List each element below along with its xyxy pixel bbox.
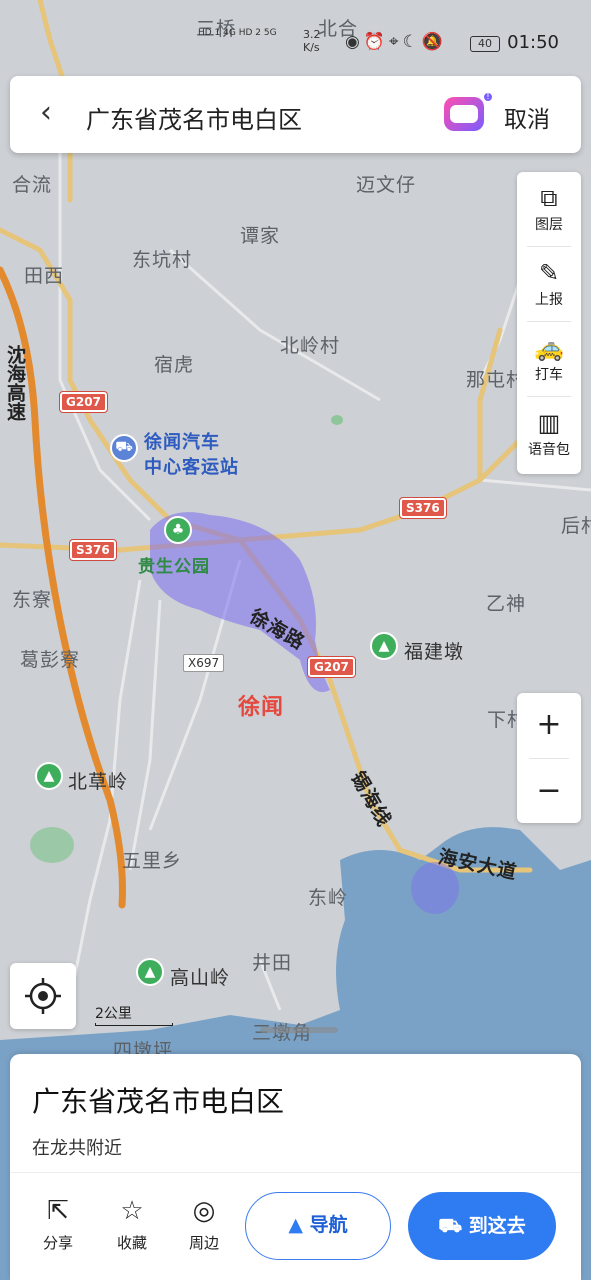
poi-label[interactable]: 徐闻汽车 [144, 428, 220, 454]
road-shield-s376: S376 [399, 497, 447, 519]
bus-station-pin[interactable]: ⛟ [110, 434, 140, 468]
place-card[interactable]: 广东省茂名市电白区 在龙共附近 ⇱ 分享 ☆ 收藏 ◎ 周边 ▲ 导航 ⛟ 到这… [10, 1027, 581, 1280]
status-bar: HD 1 4G HD 2 5G 3.2 K/s ◉⏰⌖☾🔕 40 01:50 [0, 22, 591, 62]
report-icon: ✎ [538, 259, 560, 287]
search-bar[interactable]: ‹ 广东省茂名市电白区 ! 取消 [10, 76, 581, 153]
place-label: 乙神 [486, 593, 527, 615]
mountain-pin[interactable]: ▲ [35, 762, 65, 796]
map-tools: ⧉ 图层 ✎ 上报 🚕 打车 ▥ 语音包 [517, 172, 581, 474]
mountain-icon: ▲ [35, 762, 63, 790]
park-icon: ♣ [164, 516, 192, 544]
place-label: 合流 [12, 174, 53, 196]
bus-icon: ⛟ [110, 434, 138, 462]
place-label: 后村 [561, 515, 591, 537]
network-speed: 3.2 K/s [303, 28, 321, 54]
place-label: 五里乡 [122, 850, 183, 872]
poi-label[interactable]: 贵生公园 [138, 552, 210, 577]
place-label: 东寮 [12, 589, 53, 611]
poi-label[interactable]: 高山岭 [170, 963, 230, 990]
navigate-arrow-icon: ▲ [288, 1214, 303, 1236]
location-icon: ⌖ [389, 32, 403, 52]
eye-icon: ◉ [345, 32, 364, 52]
road-shield-g207: G207 [59, 391, 108, 413]
poi-label[interactable]: 福建墩 [404, 637, 464, 664]
place-label: 北岭村 [280, 335, 341, 357]
report-button[interactable]: ✎ 上报 [517, 247, 581, 322]
layers-button[interactable]: ⧉ 图层 [517, 172, 581, 247]
compass-icon: ◎ [192, 1196, 216, 1226]
bus-icon: ⛟ [438, 1215, 463, 1237]
navigate-button[interactable]: ▲ 导航 [245, 1192, 391, 1260]
go-here-button[interactable]: ⛟ 到这去 [408, 1192, 556, 1260]
taxi-button[interactable]: 🚕 打车 [517, 322, 581, 397]
place-label: 葛彭寮 [20, 649, 81, 671]
poi-label[interactable]: 中心客运站 [144, 453, 239, 479]
zoom-control: + − [517, 693, 581, 823]
poi-label[interactable]: 北草岭 [68, 767, 128, 794]
assistant-icon[interactable]: ! [444, 91, 494, 131]
battery-icon: 40 [470, 36, 500, 52]
mountain-icon: ▲ [136, 958, 164, 986]
search-query[interactable]: 广东省茂名市电白区 [86, 100, 302, 135]
drag-handle[interactable] [260, 1027, 338, 1033]
taxi-icon: 🚕 [534, 334, 564, 362]
share-button[interactable]: ⇱ 分享 [28, 1196, 88, 1253]
place-label: 迈文仔 [356, 174, 417, 196]
clock: 01:50 [507, 32, 559, 53]
place-label: 谭家 [240, 225, 281, 247]
city-label: 徐闻 [238, 695, 285, 720]
expressway-label: 沈海高速 [4, 345, 26, 421]
road-shield-s376: S376 [69, 539, 117, 561]
back-icon[interactable]: ‹ [40, 98, 52, 128]
place-label: 井田 [252, 952, 293, 974]
zoom-out-button[interactable]: − [517, 759, 581, 823]
cancel-button[interactable]: 取消 [504, 100, 550, 134]
road-shield-g207: G207 [307, 656, 356, 678]
moon-icon: ☾ [402, 32, 422, 52]
mountain-pin[interactable]: ▲ [370, 632, 400, 666]
status-icons: ◉⏰⌖☾🔕 [345, 32, 447, 52]
place-label: 田西 [24, 265, 65, 287]
locate-button[interactable] [10, 963, 76, 1029]
voice-pack-button[interactable]: ▥ 语音包 [517, 397, 581, 472]
alarm-icon: ⏰ [363, 32, 390, 52]
road-shield-x697: X697 [183, 654, 225, 672]
zoom-in-button[interactable]: + [517, 693, 581, 757]
voice-pack-icon: ▥ [537, 409, 561, 437]
network-indicator: HD 1 4G HD 2 5G [198, 28, 277, 38]
place-label: 宿虎 [154, 354, 195, 376]
park-pin[interactable]: ♣ [164, 516, 194, 550]
place-subtitle: 在龙共附近 [32, 1138, 122, 1159]
nearby-button[interactable]: ◎ 周边 [174, 1196, 234, 1253]
layers-icon: ⧉ [540, 184, 558, 212]
locate-icon [25, 978, 61, 1014]
mute-icon: 🔕 [421, 32, 448, 52]
mountain-icon: ▲ [370, 632, 398, 660]
mountain-pin[interactable]: ▲ [136, 958, 166, 992]
share-icon: ⇱ [47, 1196, 69, 1226]
place-title: 广东省茂名市电白区 [32, 1085, 285, 1118]
place-label: 东岭 [308, 887, 349, 909]
star-icon: ☆ [120, 1196, 144, 1226]
favorite-button[interactable]: ☆ 收藏 [102, 1196, 162, 1253]
map-scale: 2公里 [95, 1003, 175, 1026]
place-label: 东坑村 [132, 249, 193, 271]
